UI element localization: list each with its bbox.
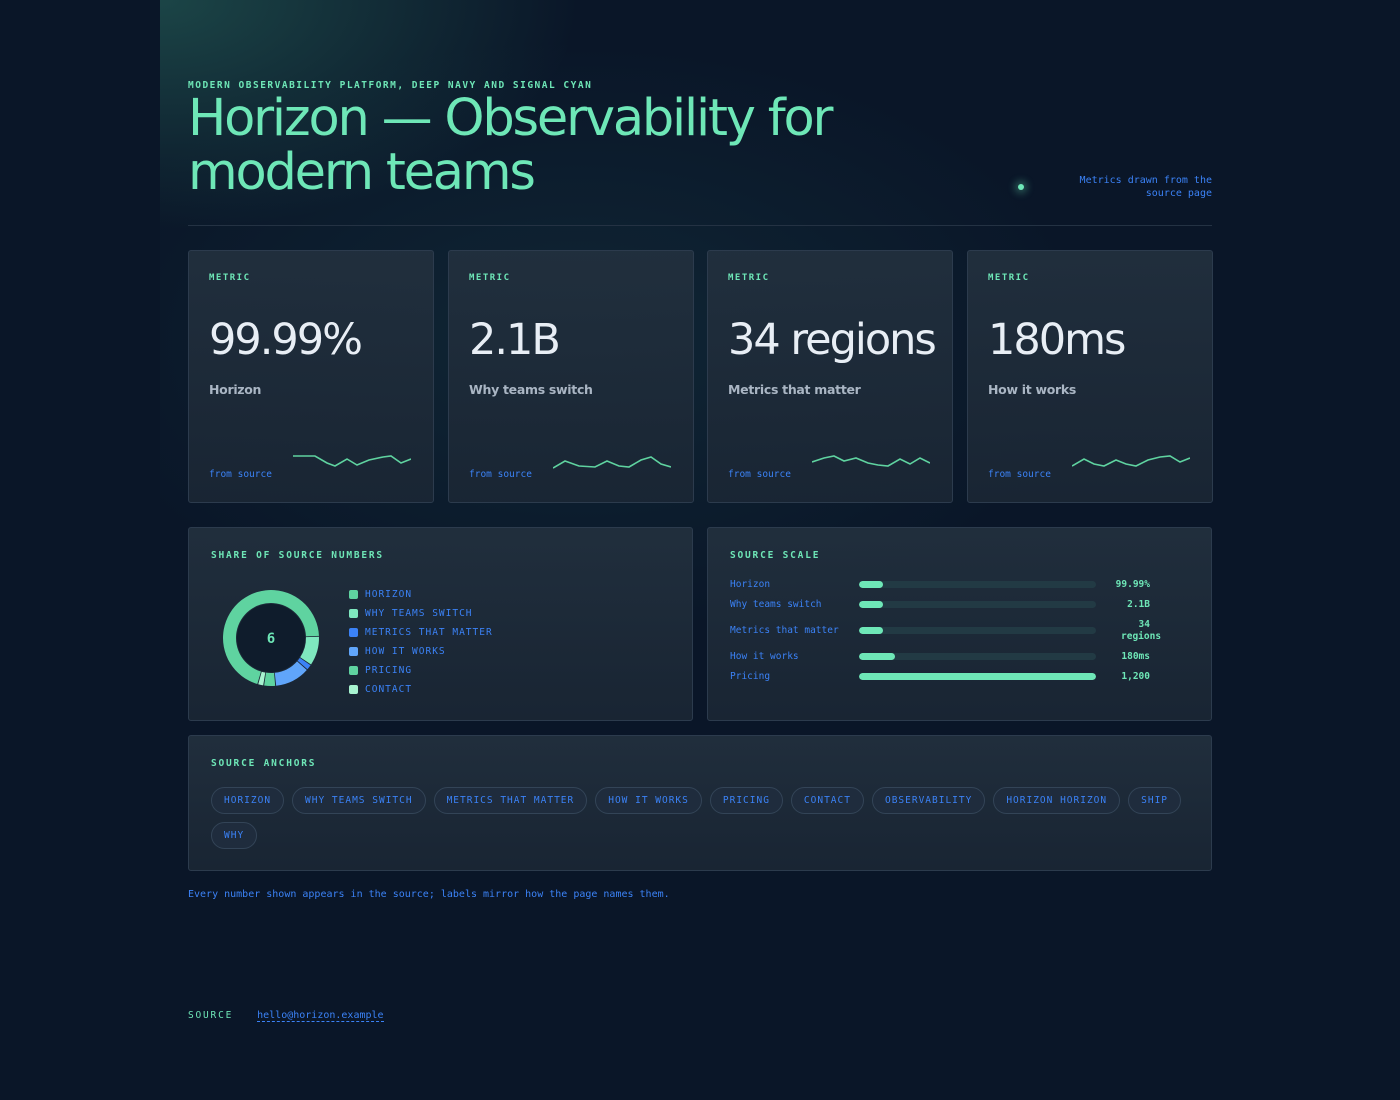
scale-row-label: Why teams switch	[730, 599, 822, 610]
legend-swatch	[349, 666, 358, 675]
metric-card-why-teams-switch: METRIC 2.1B Why teams switch from source	[448, 250, 694, 503]
scale-row-value: 2.1B	[1127, 599, 1150, 610]
legend-swatch	[349, 685, 358, 694]
metric-caption: Horizon	[209, 382, 262, 397]
metric-value-text: 2.1B	[469, 315, 561, 365]
legend-swatch	[349, 628, 358, 637]
scale-row-value: 99.99%	[1115, 579, 1150, 590]
metric-value-text: 34 regions	[728, 315, 937, 365]
scale-bar-track	[859, 581, 1096, 588]
anchors-panel: SOURCE ANCHORS HORIZON WHY TEAMS SWITCH …	[188, 735, 1212, 871]
anchor-chip[interactable]: WHY TEAMS SWITCH	[292, 787, 426, 814]
metric-card-horizon: METRIC 99.99% Horizon from source	[188, 250, 434, 503]
anchor-chip[interactable]: SHIP	[1128, 787, 1182, 814]
metric-caption: Why teams switch	[469, 382, 593, 397]
metric-value: 180ms How it works	[988, 317, 1203, 413]
metric-caption: Metrics that matter	[728, 382, 861, 397]
footer-email-link[interactable]: hello@horizon.example	[257, 1010, 384, 1022]
metric-label: METRIC	[988, 273, 1030, 283]
scale-bar-track	[859, 653, 1096, 660]
anchors-panel-title: SOURCE ANCHORS	[211, 758, 317, 769]
legend-label: CONTACT	[365, 684, 413, 695]
scale-row-label: Horizon	[730, 579, 771, 590]
anchor-chip[interactable]: CONTACT	[790, 787, 864, 814]
legend-label: HORIZON	[365, 589, 413, 600]
metric-source-link[interactable]: from source	[209, 469, 272, 480]
header-divider	[188, 225, 1212, 226]
legend-label: HOW IT WORKS	[365, 646, 446, 657]
scale-row-value: 1,200	[1121, 671, 1150, 682]
share-panel-title: SHARE OF SOURCE NUMBERS	[211, 550, 384, 561]
legend-item: METRICS THAT MATTER	[349, 623, 493, 642]
legend-item: HOW IT WORKS	[349, 642, 493, 661]
metric-value-text: 180ms	[988, 315, 1126, 365]
page-title: Horizon — Observability for modern teams	[188, 89, 833, 202]
anchor-chips: HORIZON WHY TEAMS SWITCH METRICS THAT MA…	[211, 787, 1191, 857]
metric-label: METRIC	[209, 273, 251, 283]
legend-item: PRICING	[349, 661, 493, 680]
anchor-chip[interactable]: OBSERVABILITY	[871, 787, 986, 814]
anchor-chip[interactable]: HORIZON	[211, 787, 285, 814]
donut-chart: 6	[223, 590, 319, 686]
legend-swatch	[349, 647, 358, 656]
metric-source-link[interactable]: from source	[988, 469, 1051, 480]
scale-bar-track	[859, 673, 1096, 680]
footnote: Every number shown appears in the source…	[188, 889, 670, 900]
anchor-chip[interactable]: PRICING	[709, 787, 783, 814]
anchor-chip[interactable]: METRICS THAT MATTER	[433, 787, 588, 814]
status-dot-icon	[1018, 184, 1024, 190]
scale-bar-track	[859, 601, 1096, 608]
metric-card-metrics-that-matter: METRIC 34 regions Metrics that matter fr…	[707, 250, 953, 503]
scale-row-label: Pricing	[730, 671, 771, 682]
footer: SOURCE hello@horizon.example	[188, 1010, 384, 1022]
legend-item: CONTACT	[349, 680, 493, 699]
sparkline	[812, 455, 930, 467]
metric-caption: How it works	[988, 382, 1077, 397]
scale-bar-fill	[859, 673, 1096, 680]
legend-swatch	[349, 609, 358, 618]
anchor-chip[interactable]: WHY	[211, 822, 258, 849]
scale-row-value: 180ms	[1121, 651, 1150, 662]
anchor-chip[interactable]: HOW IT WORKS	[595, 787, 702, 814]
scale-bar-fill	[859, 601, 883, 608]
scale-bar-fill	[859, 653, 895, 660]
legend-label: METRICS THAT MATTER	[365, 627, 493, 638]
sparkline	[1072, 455, 1190, 467]
legend-label: PRICING	[365, 665, 413, 676]
status-indicator: Metrics drawn from the source page	[1018, 174, 1212, 200]
scale-row-label: Metrics that matter	[730, 625, 839, 636]
share-panel: SHARE OF SOURCE NUMBERS 6 HORIZON WHY TE…	[188, 527, 693, 721]
legend-label: WHY TEAMS SWITCH	[365, 608, 473, 619]
scale-row-value: 34 regions	[1121, 619, 1162, 642]
footer-source-label: SOURCE	[188, 1010, 234, 1021]
metric-card-how-it-works: METRIC 180ms How it works from source	[967, 250, 1213, 503]
metric-source-link[interactable]: from source	[469, 469, 532, 480]
scale-bar-fill	[859, 581, 883, 588]
scale-bar-fill	[859, 627, 883, 634]
donut-center-value: 6	[267, 631, 275, 647]
sparkline	[553, 456, 671, 469]
status-text: Metrics drawn from the source page	[1079, 175, 1212, 199]
metric-value: 34 regions Metrics that matter	[728, 317, 943, 413]
metric-value: 99.99% Horizon	[209, 317, 424, 413]
legend-swatch	[349, 590, 358, 599]
sparkline	[293, 455, 411, 467]
legend-item: WHY TEAMS SWITCH	[349, 604, 493, 623]
metric-label: METRIC	[728, 273, 770, 283]
anchor-chip[interactable]: HORIZON HORIZON	[993, 787, 1121, 814]
metric-label: METRIC	[469, 273, 511, 283]
scale-panel-title: SOURCE SCALE	[730, 550, 821, 561]
metric-source-link[interactable]: from source	[728, 469, 791, 480]
metric-value: 2.1B Why teams switch	[469, 317, 684, 413]
donut-slice	[264, 672, 276, 686]
donut-legend: HORIZON WHY TEAMS SWITCH METRICS THAT MA…	[349, 585, 493, 699]
scale-panel: SOURCE SCALE Horizon 99.99% Why teams sw…	[707, 527, 1212, 721]
scale-bar-track	[859, 627, 1096, 634]
legend-item: HORIZON	[349, 585, 493, 604]
metric-value-text: 99.99%	[209, 315, 363, 365]
scale-row-label: How it works	[730, 651, 799, 662]
